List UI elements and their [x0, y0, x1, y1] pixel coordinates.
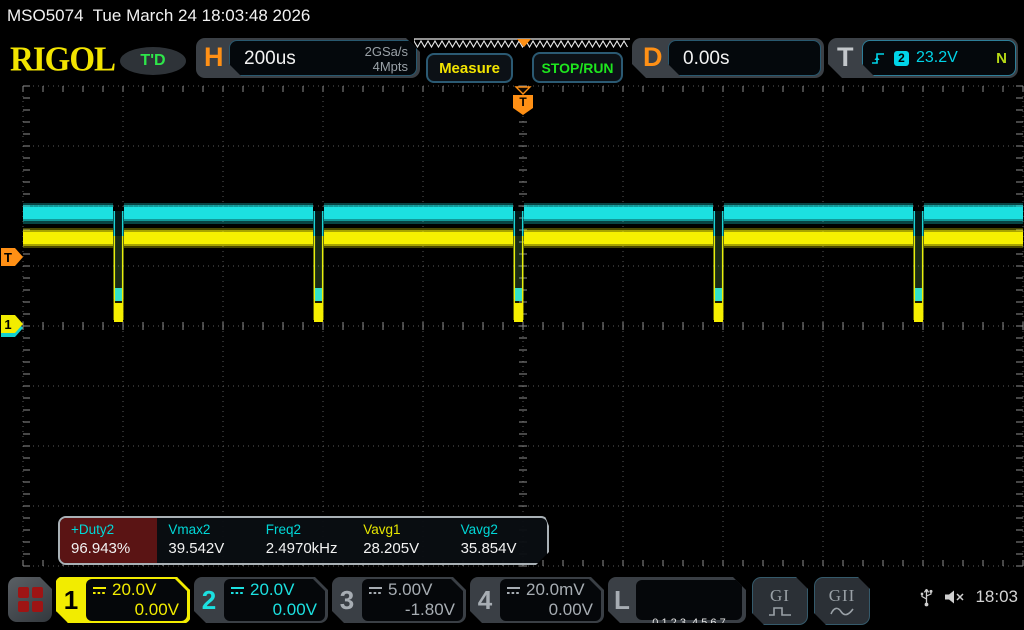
measurement-value: 2.4970kHz	[266, 540, 352, 557]
generator-1-label: GI	[770, 586, 790, 606]
channel-scale: 20.0V	[112, 580, 156, 600]
graticule-and-traces	[23, 86, 1023, 566]
logic-label: L	[608, 577, 636, 623]
rigol-logo: RIGOL	[10, 41, 115, 80]
oscilloscope-screen: MSO5074 Tue March 24 18:03:48 2026 RIGOL…	[0, 0, 1024, 630]
channel-offset: 0.00V	[92, 600, 179, 620]
measurement-item[interactable]: Vmax2 39.542V	[157, 518, 254, 563]
measurement-item[interactable]: Freq2 2.4970kHz	[255, 518, 352, 563]
delay-label: D	[643, 42, 663, 73]
model-and-datetime: MSO5074 Tue March 24 18:03:48 2026	[0, 0, 1024, 32]
logic-analyzer-button[interactable]: L 0 1 2 3 4 5 6 7 8 9 1011 12131415	[608, 577, 746, 623]
measurement-item[interactable]: +Duty2 96.943%	[60, 518, 157, 563]
channel-readout: 20.0V 0.00V	[224, 579, 325, 621]
trigger-level-value: 23.2V	[916, 49, 958, 67]
digital-channels-readout: 0 1 2 3 4 5 6 7 8 9 1011 12131415	[636, 580, 742, 620]
channel-4-button[interactable]: 4 20.0mV 0.00V	[470, 577, 604, 623]
channel-scale: 20.0mV	[526, 580, 585, 600]
measure-button-label: Measure	[439, 60, 500, 77]
speaker-muted-icon[interactable]	[943, 589, 966, 605]
trigger-source-badge: 2	[894, 51, 909, 66]
sample-rate: 2GSa/s	[365, 44, 408, 59]
trigger-level-letter: T	[4, 250, 12, 265]
horizontal-label: H	[204, 42, 224, 73]
generator-2-label: GII	[829, 586, 856, 606]
dc-coupling-icon	[506, 585, 521, 596]
delay-menu-block[interactable]: D 0.00s	[632, 38, 824, 78]
trigger-position-letter: T	[519, 95, 527, 109]
channel-offset: 0.00V	[506, 600, 593, 620]
dc-coupling-icon	[230, 585, 245, 596]
horizontal-menu-block[interactable]: H 200us 2GSa/s 4Mpts	[196, 38, 420, 78]
measurement-label: Freq2	[266, 522, 352, 537]
trigger-sweep-mode: N	[996, 50, 1007, 67]
channel-scale: 5.00V	[388, 580, 432, 600]
trigger-box[interactable]: 2 23.2V N	[862, 40, 1016, 76]
pulse-wave-icon	[767, 606, 793, 617]
measurement-label: +Duty2	[71, 522, 157, 537]
delay-value: 0.00s	[683, 48, 729, 70]
main-menu-button[interactable]	[8, 577, 52, 622]
trigger-slope-icon	[871, 50, 887, 66]
trigger-position-triangle-icon[interactable]	[516, 87, 530, 94]
delay-box[interactable]: 0.00s	[668, 40, 821, 76]
acquisition-info: 2GSa/s 4Mpts	[365, 44, 408, 74]
measurement-value: 35.854V	[461, 540, 547, 557]
channel-readout: 20.0V 0.00V	[86, 579, 187, 621]
channel-2-button[interactable]: 2 20.0V 0.00V	[194, 577, 328, 623]
waveform-display: T T 1	[0, 80, 1024, 575]
generator-1-button[interactable]: GI	[752, 577, 808, 625]
channel-number: 1	[56, 577, 86, 623]
clock: 18:03	[975, 587, 1018, 607]
channel-offset: 0.00V	[230, 600, 317, 620]
menu-grid-icon	[18, 587, 43, 612]
measurement-label: Vmax2	[168, 522, 254, 537]
channel-scale: 20.0V	[250, 580, 294, 600]
channel-3-button[interactable]: 3 5.00V -1.80V	[332, 577, 466, 623]
channel-number: 4	[470, 577, 500, 623]
channel1-zero-label: 1	[4, 317, 11, 332]
channel-number: 3	[332, 577, 362, 623]
trigger-status-badge: T'D	[120, 47, 186, 75]
measurement-panel[interactable]: +Duty2 96.943% Vmax2 39.542V Freq2 2.497…	[58, 516, 549, 565]
timebase-box[interactable]: 200us 2GSa/s 4Mpts	[229, 40, 417, 76]
measurement-value: 39.542V	[168, 540, 254, 557]
status-area: 18:03	[919, 586, 1018, 608]
stop-run-button[interactable]: STOP/RUN	[532, 52, 623, 83]
trigger-menu-block[interactable]: T 2 23.2V N	[828, 38, 1018, 78]
generator-2-button[interactable]: GII	[814, 577, 870, 625]
dc-coupling-icon	[92, 585, 107, 596]
memory-position-bar	[414, 38, 630, 51]
timebase-value: 200us	[244, 48, 296, 70]
trigger-status-text: T'D	[140, 52, 165, 70]
measure-button[interactable]: Measure	[426, 53, 513, 83]
measurement-item[interactable]: Vavg2 35.854V	[450, 518, 547, 563]
channel-readout: 20.0mV 0.00V	[500, 579, 601, 621]
trigger-label: T	[837, 42, 854, 73]
channel-number: 2	[194, 577, 224, 623]
measurement-value: 28.205V	[363, 540, 449, 557]
channel-1-button[interactable]: 1 20.0V 0.00V	[56, 577, 190, 623]
usb-icon	[919, 586, 934, 608]
stop-run-label: STOP/RUN	[541, 60, 613, 76]
measurement-value: 96.943%	[71, 540, 157, 557]
memory-depth: 4Mpts	[365, 59, 408, 74]
dc-coupling-icon	[368, 585, 383, 596]
measurement-item[interactable]: Vavg1 28.205V	[352, 518, 449, 563]
channel-readout: 5.00V -1.80V	[362, 579, 463, 621]
digital-row-1: 0 1 2 3 4 5 6 7	[636, 615, 742, 630]
channel-offset: -1.80V	[368, 600, 455, 620]
measurement-label: Vavg1	[363, 522, 449, 537]
sine-wave-icon	[829, 606, 855, 617]
measurement-label: Vavg2	[461, 522, 547, 537]
